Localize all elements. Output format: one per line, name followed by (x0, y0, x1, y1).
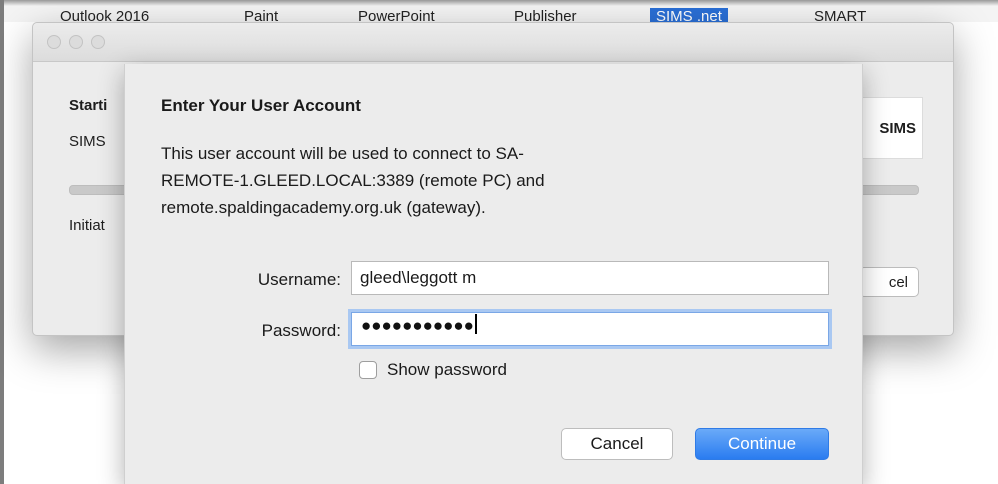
frame-shadow (4, 0, 998, 6)
show-password-checkbox[interactable] (359, 361, 377, 379)
show-password-label[interactable]: Show password (387, 360, 507, 380)
app-item-sims-net[interactable]: SIMS .net (650, 8, 728, 22)
app-item-paint[interactable]: Paint (244, 8, 278, 22)
user-account-dialog: Enter Your User Account This user accoun… (124, 64, 863, 484)
cancel-button[interactable]: Cancel (561, 428, 673, 460)
status-text: Initiat (69, 217, 105, 234)
minimize-window-icon[interactable] (69, 35, 83, 49)
background-cancel-button[interactable]: cel (859, 267, 919, 297)
password-masked-value: ●●●●●●●●●●● (361, 314, 477, 336)
password-dots: ●●●●●●●●●●● (361, 316, 474, 335)
username-field[interactable] (351, 261, 829, 295)
app-item-publisher[interactable]: Publisher (514, 8, 577, 22)
password-label: Password: (261, 321, 341, 340)
continue-button[interactable]: Continue (695, 428, 829, 460)
dialog-description: This user account will be used to connec… (161, 140, 545, 221)
username-label: Username: (257, 270, 341, 289)
dialog-heading: Enter Your User Account (161, 96, 361, 115)
app-item-powerpoint[interactable]: PowerPoint (358, 8, 435, 22)
app-item-smart[interactable]: SMART (814, 8, 866, 22)
description-line: REMOTE-1.GLEED.LOCAL:3389 (remote PC) an… (161, 171, 545, 190)
text-cursor (474, 314, 477, 334)
description-line: remote.spaldingacademy.org.uk (gateway). (161, 198, 486, 217)
sims-logo: SIMS (855, 97, 923, 159)
screenshot-frame-edge (0, 0, 4, 484)
app-name-text: SIMS (69, 133, 106, 150)
window-titlebar (33, 23, 953, 62)
starting-heading: Starti (69, 97, 108, 114)
zoom-window-icon[interactable] (91, 35, 105, 49)
description-line: This user account will be used to connec… (161, 144, 524, 163)
app-item-outlook[interactable]: Outlook 2016 (60, 8, 149, 22)
sims-logo-text: SIMS (879, 119, 916, 137)
close-window-icon[interactable] (47, 35, 61, 49)
